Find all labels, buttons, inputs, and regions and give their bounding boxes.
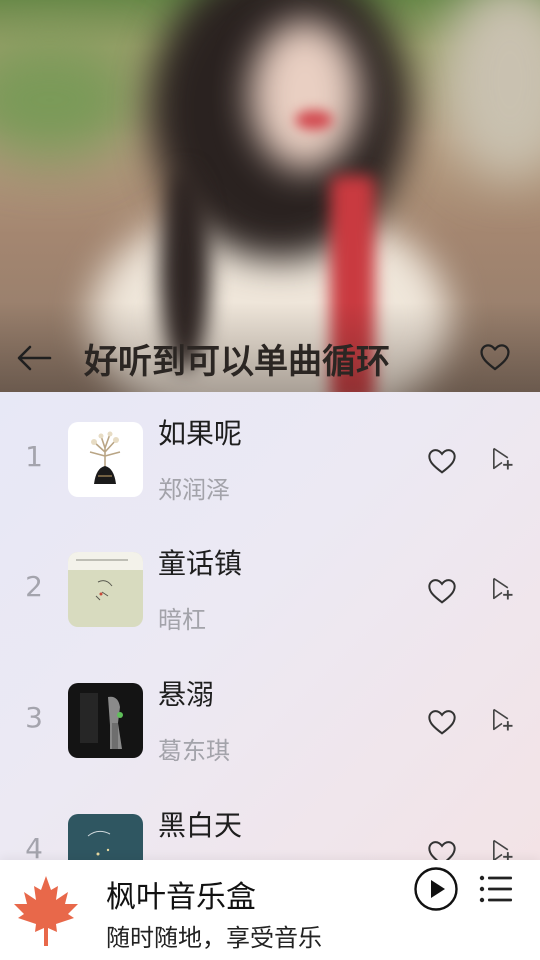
like-song-button[interactable]	[426, 445, 458, 477]
add-to-playlist-button[interactable]	[488, 837, 520, 860]
play-circle-icon	[414, 867, 458, 911]
playlist-add-icon	[493, 839, 513, 860]
favorite-playlist-button[interactable]	[478, 340, 512, 374]
menu-list-icon	[479, 875, 512, 903]
album-cover	[68, 552, 143, 627]
player-app-name: 枫叶音乐盒	[106, 880, 256, 915]
song-index: 4	[25, 832, 43, 860]
song-index: 2	[25, 570, 43, 603]
song-row[interactable]: 3 悬溺 葛东琪	[0, 653, 540, 783]
song-title: 童话镇	[158, 547, 243, 580]
like-song-button[interactable]	[426, 706, 458, 738]
song-artist: 暗杠	[158, 606, 206, 634]
heart-outline-icon	[480, 344, 510, 371]
song-row[interactable]: 2 童话镇 暗杠	[0, 522, 540, 652]
playlist-title: 好听到可以单曲循环	[84, 342, 390, 382]
add-to-playlist-button[interactable]	[488, 706, 520, 738]
maple-leaf-icon	[10, 872, 82, 948]
heart-outline-icon	[428, 710, 456, 735]
add-to-playlist-button[interactable]	[488, 575, 520, 607]
player-slogan: 随时随地，享受音乐	[106, 924, 322, 952]
play-button[interactable]	[413, 866, 459, 912]
add-to-playlist-button[interactable]	[488, 445, 520, 477]
like-song-button[interactable]	[426, 837, 458, 860]
arrow-left-icon	[17, 345, 52, 371]
playlist-add-icon	[493, 577, 513, 600]
song-title: 黑白天	[158, 809, 243, 842]
song-row[interactable]: 4 黑白天	[0, 784, 540, 860]
album-cover	[68, 422, 143, 497]
album-cover	[68, 683, 143, 758]
heart-outline-icon	[428, 841, 456, 860]
back-button[interactable]	[14, 340, 54, 376]
song-title: 如果呢	[158, 417, 243, 450]
song-list: 1 如果呢 郑润泽 2 童话镇 暗杠 3 悬溺 葛东琪 4 黑白天	[0, 392, 540, 860]
song-index: 1	[25, 440, 43, 473]
song-row[interactable]: 1 如果呢 郑润泽	[0, 392, 540, 522]
playlist-add-icon	[493, 447, 513, 470]
album-cover	[68, 814, 143, 860]
heart-outline-icon	[428, 579, 456, 604]
header-background-photo	[0, 0, 540, 392]
song-artist: 葛东琪	[158, 737, 230, 765]
heart-outline-icon	[428, 449, 456, 474]
song-index: 3	[25, 701, 43, 734]
mini-player[interactable]: 枫叶音乐盒 随时随地，享受音乐	[0, 860, 540, 960]
playlist-menu-button[interactable]	[478, 872, 514, 906]
song-artist: 郑润泽	[158, 476, 230, 504]
playlist-add-icon	[493, 708, 513, 731]
like-song-button[interactable]	[426, 575, 458, 607]
song-title: 悬溺	[158, 678, 215, 711]
